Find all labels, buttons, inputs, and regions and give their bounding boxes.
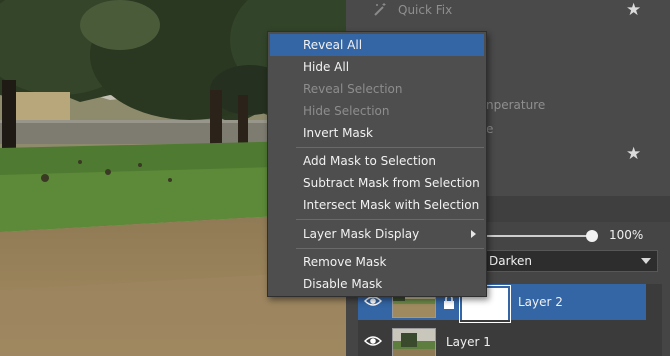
- menu-item-label: Reveal All: [303, 38, 363, 52]
- menu-item-label: Add Mask to Selection: [303, 154, 436, 168]
- menu-item-subtract-mask-from-selection[interactable]: Subtract Mask from Selection: [270, 172, 484, 194]
- menu-item-hide-all[interactable]: Hide All: [270, 56, 484, 78]
- menu-item-disable-mask[interactable]: Disable Mask: [270, 273, 484, 295]
- menu-item-add-mask-to-selection[interactable]: Add Mask to Selection: [270, 150, 484, 172]
- menu-item-label: Layer Mask Display: [303, 227, 420, 241]
- menu-item-reveal-all[interactable]: Reveal All: [270, 34, 484, 56]
- menu-item-hide-selection[interactable]: Hide Selection: [270, 100, 484, 122]
- wand-icon: [372, 2, 388, 18]
- menu-item-label: Subtract Mask from Selection: [303, 176, 480, 190]
- menu-item-layer-mask-display[interactable]: Layer Mask Display: [270, 223, 484, 245]
- opacity-slider-knob[interactable]: [586, 230, 598, 242]
- blend-mode-select[interactable]: Darken: [466, 250, 658, 272]
- menu-item-reveal-selection[interactable]: Reveal Selection: [270, 78, 484, 100]
- layer-thumbnail: [392, 328, 436, 356]
- temperature-label: nperature: [486, 98, 546, 112]
- chevron-right-icon: [471, 230, 476, 238]
- menu-item-remove-mask[interactable]: Remove Mask: [270, 251, 484, 273]
- menu-item-label: Remove Mask: [303, 255, 387, 269]
- partial-effect-label: e: [486, 122, 494, 136]
- menu-item-label: Invert Mask: [303, 126, 373, 140]
- menu-item-invert-mask[interactable]: Invert Mask: [270, 122, 484, 144]
- menu-item-label: Hide All: [303, 60, 350, 74]
- menu-separator: [296, 219, 484, 220]
- layer-row-layer-1[interactable]: Layer 1: [358, 324, 646, 356]
- menu-separator: [296, 248, 484, 249]
- quick-fix-row[interactable]: Quick Fix ★: [346, 0, 670, 22]
- opacity-value: 100%: [609, 228, 644, 242]
- blend-mode-value: Darken: [489, 254, 533, 268]
- eye-icon[interactable]: [363, 334, 383, 348]
- menu-item-intersect-mask-with-selection[interactable]: Intersect Mask with Selection: [270, 194, 484, 216]
- quick-fix-label: Quick Fix: [398, 3, 453, 17]
- layer-name: Layer 2: [518, 295, 563, 309]
- menu-item-label: Reveal Selection: [303, 82, 403, 96]
- chevron-down-icon: [641, 258, 651, 264]
- star-icon[interactable]: ★: [626, 144, 641, 164]
- star-icon[interactable]: ★: [626, 0, 641, 20]
- layer-mask-context-menu: Reveal All Hide All Reveal Selection Hid…: [267, 31, 487, 297]
- menu-item-label: Disable Mask: [303, 277, 383, 291]
- menu-separator: [296, 147, 484, 148]
- menu-item-label: Hide Selection: [303, 104, 390, 118]
- layer-name: Layer 1: [446, 335, 491, 349]
- menu-item-label: Intersect Mask with Selection: [303, 198, 480, 212]
